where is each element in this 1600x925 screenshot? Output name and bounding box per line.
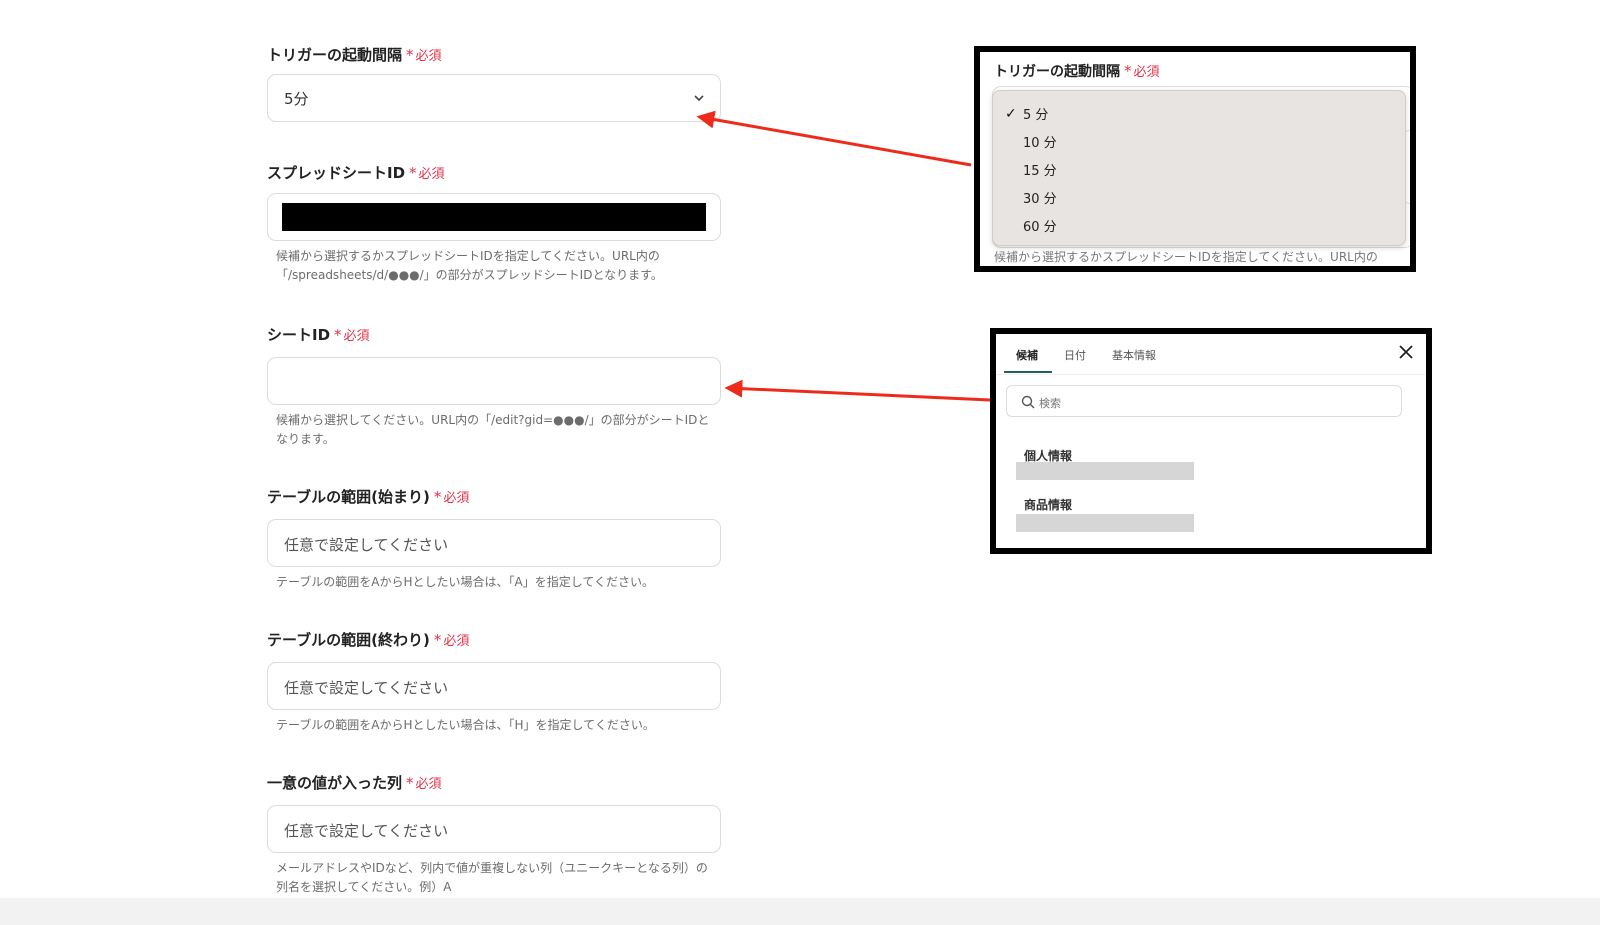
chevron-down-icon — [694, 95, 704, 102]
help-text: テーブルの範囲をAからHとしたい場合は、「H」を指定してください。 — [276, 718, 655, 732]
field-label: スプレッドシートID — [267, 164, 406, 182]
active-tab-indicator — [1004, 371, 1052, 373]
field-trigger-interval: トリガーの起動間隔 * 必須 5分 — [267, 44, 723, 122]
redacted-value — [282, 203, 706, 231]
field-label: テーブルの範囲(終わり) — [267, 631, 430, 649]
interval-options-callout: トリガーの起動間隔 * 必須 候補から選択するかスプレッドシートIDを指定してくだ… — [974, 46, 1416, 272]
help-text: 候補から選択するかスプレッドシートIDを指定してください。URL内の 「/spr… — [276, 249, 663, 282]
unique-column-input[interactable]: 任意で設定してください — [267, 805, 721, 853]
required-marker: * 必須 — [406, 774, 442, 792]
field-label: トリガーの起動間隔 — [994, 64, 1120, 80]
tab-candidates[interactable]: 候補 — [1016, 347, 1038, 363]
select-value: 5分 — [284, 90, 309, 108]
help-text: 候補から選択してください。URL内の「/edit?gid=●●●/」の部分がシー… — [276, 413, 710, 446]
dropdown-option[interactable]: 10 分 — [1023, 132, 1057, 151]
field-label: 一意の値が入った列 — [267, 774, 403, 792]
help-text: メールアドレスやIDなど、列内で値が重複しない列（ユニークキーとなる列）の 列名… — [276, 861, 708, 894]
field-spreadsheet-id: スプレッドシートID * 必須 候補から選択するかスプレッドシートIDを指定してく… — [267, 162, 723, 282]
field-sheet-id: シートID * 必須 候補から選択してください。URL内の「/edit?gid=●… — [267, 324, 723, 446]
popup-tabs: 候補 日付 基本情報 — [996, 334, 1426, 375]
dropdown-option[interactable]: 15 分 — [1023, 160, 1057, 179]
arrow-to-interval-select — [696, 110, 972, 167]
field-table-range-start: テーブルの範囲(始まり) * 必須 任意で設定してください テーブルの範囲をAから… — [267, 486, 723, 589]
interval-dropdown-menu: ✓ 5 分 10 分 15 分 30 分 60 分 — [992, 90, 1406, 246]
required-marker: * 必須 — [433, 631, 470, 649]
close-icon[interactable] — [1398, 344, 1414, 360]
redacted-sheet-id — [1016, 462, 1194, 480]
field-label: テーブルの範囲(始まり) — [267, 488, 430, 506]
redacted-sheet-id — [1016, 514, 1194, 532]
dropdown-option[interactable]: 30 分 — [1023, 188, 1057, 207]
spreadsheet-id-input[interactable] — [267, 193, 721, 241]
field-unique-column: 一意の値が入った列 * 必須 任意で設定してください メールアドレスやIDなど、列… — [267, 772, 723, 894]
search-icon — [1021, 395, 1035, 409]
sheet-candidates-callout: 候補 日付 基本情報 検索 個人情報 商品情報 — [990, 328, 1432, 554]
tab-basic-info[interactable]: 基本情報 — [1112, 347, 1156, 363]
checkmark-icon: ✓ — [1005, 106, 1017, 122]
required-marker: * 必須 — [433, 488, 470, 506]
field-label: トリガーの起動間隔 — [267, 46, 403, 64]
table-range-start-input[interactable]: 任意で設定してください — [267, 519, 721, 567]
field-table-range-end: テーブルの範囲(終わり) * 必須 任意で設定してください テーブルの範囲をAから… — [267, 629, 723, 732]
required-marker: * 必須 — [406, 46, 442, 64]
help-text: テーブルの範囲をAからHとしたい場合は、「A」を指定してください。 — [276, 575, 655, 589]
help-text: 候補から選択するかスプレッドシートIDを指定してください。URL内の — [994, 250, 1378, 264]
field-label: シートID — [267, 326, 331, 344]
required-marker: * 必須 — [409, 164, 445, 182]
required-marker: * 必須 — [334, 326, 370, 344]
interval-select[interactable]: 5分 — [267, 74, 721, 122]
tab-date[interactable]: 日付 — [1064, 347, 1086, 363]
dropdown-option[interactable]: 60 分 — [1023, 216, 1057, 235]
arrow-to-sheet-id-input — [724, 379, 991, 402]
list-item[interactable]: 商品情報 — [1024, 496, 1072, 513]
dropdown-option[interactable]: 5 分 — [1023, 104, 1048, 123]
required-marker: * 必須 — [1124, 62, 1160, 80]
sheet-id-input[interactable] — [267, 357, 721, 405]
search-input[interactable]: 検索 — [1006, 385, 1402, 417]
table-range-end-input[interactable]: 任意で設定してください — [267, 662, 721, 710]
page-bottom-band — [0, 898, 1600, 925]
